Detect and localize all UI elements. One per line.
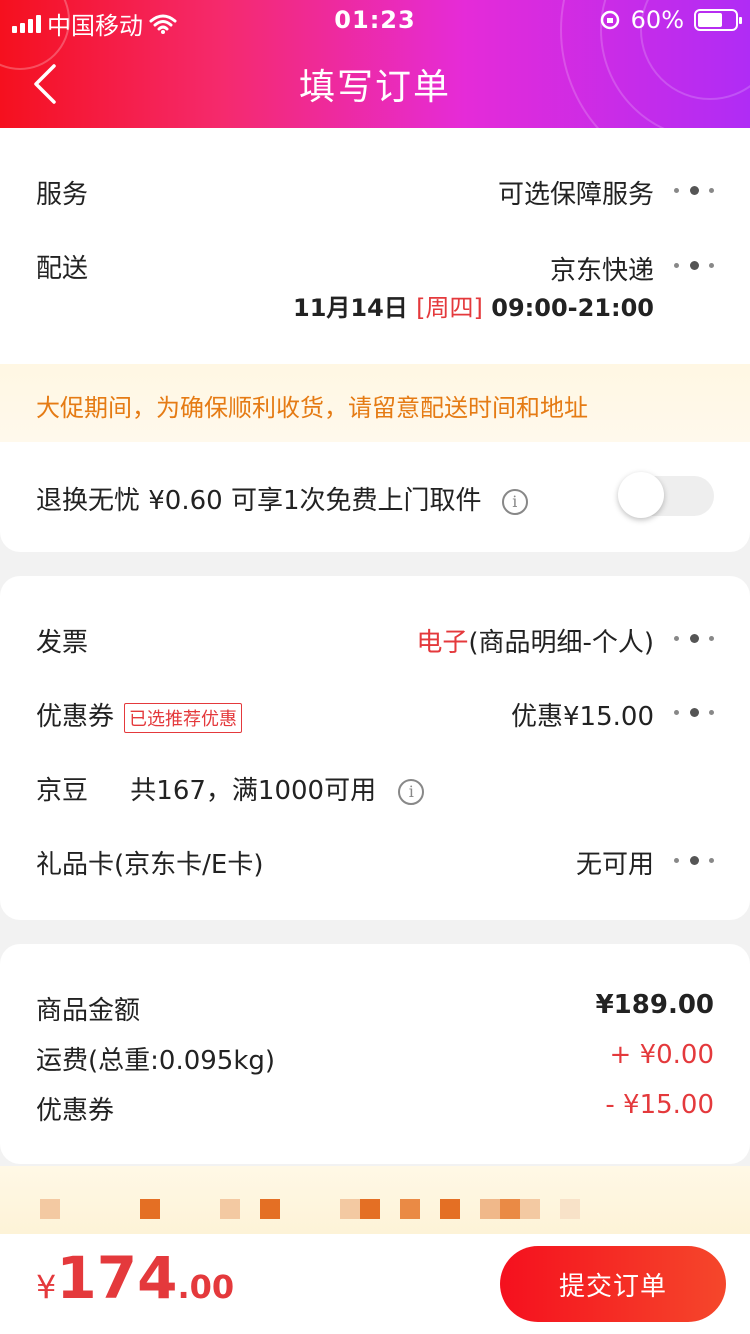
more-icon[interactable] <box>674 628 714 648</box>
gift-card-value: 无可用 <box>575 850 654 880</box>
more-icon[interactable] <box>674 255 714 275</box>
delivery-weekday: [周四] <box>416 294 483 322</box>
info-icon[interactable]: i <box>501 488 528 515</box>
coupon-label: 优惠券 <box>36 702 115 732</box>
more-icon[interactable] <box>674 850 714 870</box>
delivery-time-range: 09:00-21:00 <box>491 294 654 322</box>
blur-block <box>220 1199 240 1219</box>
service-label: 服务 <box>36 180 89 210</box>
promo-notice: 大促期间，为确保顺利收货，请留意配送时间和地址 <box>0 364 750 442</box>
coupon-tag: 已选推荐优惠 <box>124 702 243 733</box>
blur-block <box>260 1199 280 1219</box>
blur-block <box>40 1199 60 1219</box>
blur-block <box>140 1199 160 1219</box>
invoice-type: 电子 <box>416 628 469 658</box>
total-price: ¥174.00 <box>36 1244 234 1312</box>
return-service-toggle[interactable] <box>618 472 714 518</box>
blur-block <box>500 1199 520 1219</box>
jingdou-value: 共167，满1000可用 <box>130 776 377 806</box>
toggle-knob <box>618 472 664 518</box>
goods-amount: ¥189.00 <box>595 990 714 1020</box>
service-value: 可选保障服务 <box>497 180 654 210</box>
coupon-value: 优惠¥15.00 <box>511 702 654 732</box>
shipping-label: 运费(总重:0.095kg) <box>36 1046 276 1076</box>
page-title: 填写订单 <box>298 67 451 108</box>
total-integer: 174 <box>56 1244 178 1312</box>
delivery-time: 11月14日 [周四] 09:00-21:00 <box>293 288 654 323</box>
coupon-discount-label: 优惠券 <box>36 1096 115 1126</box>
header: 中国移动 01:23 60% 填写订单 <box>0 0 750 128</box>
blur-block <box>340 1199 360 1219</box>
invoice-detail: (商品明细-个人) <box>468 628 654 658</box>
delivery-value: 京东快递 <box>549 256 654 286</box>
jingdou-wrap: 京豆 共167，满1000可用 i <box>36 770 425 807</box>
return-service-text: 退换无忧 ¥0.60 可享1次免费上门取件 i <box>36 480 528 517</box>
blur-block <box>360 1199 380 1219</box>
total-decimal: .00 <box>177 1268 235 1306</box>
submit-order-button[interactable]: 提交订单 <box>500 1246 726 1322</box>
blur-block <box>480 1199 500 1219</box>
blur-block <box>440 1199 460 1219</box>
rotation-lock-icon <box>600 10 619 30</box>
invoice-label: 发票 <box>36 628 89 658</box>
goods-amount-label: 商品金额 <box>36 996 141 1026</box>
delivery-label: 配送 <box>36 254 89 284</box>
more-icon[interactable] <box>674 702 714 722</box>
blurred-banner <box>0 1166 750 1234</box>
delivery-date: 11月14日 <box>293 294 408 322</box>
coupon-label-wrap: 优惠券 已选推荐优惠 <box>36 696 243 733</box>
info-icon[interactable]: i <box>398 778 425 805</box>
return-service-label: 退换无忧 ¥0.60 可享1次免费上门取件 <box>36 486 482 516</box>
gift-card-label: 礼品卡(京东卡/E卡) <box>36 850 264 880</box>
more-icon[interactable] <box>674 180 714 200</box>
battery-percent: 60% <box>630 6 684 34</box>
coupon-discount-amount: - ¥15.00 <box>605 1090 714 1120</box>
blur-block <box>560 1199 580 1219</box>
invoice-value: 电子(商品明细-个人) <box>416 622 654 659</box>
bottom-bar: ¥174.00 提交订单 <box>0 1234 750 1334</box>
shipping-amount: + ¥0.00 <box>609 1040 714 1070</box>
total-currency: ¥ <box>36 1268 57 1306</box>
battery-icon <box>694 9 742 31</box>
status-bar: 中国移动 01:23 60% <box>0 0 750 40</box>
blur-block <box>400 1199 420 1219</box>
blur-block <box>520 1199 540 1219</box>
jingdou-label: 京豆 <box>36 776 89 806</box>
